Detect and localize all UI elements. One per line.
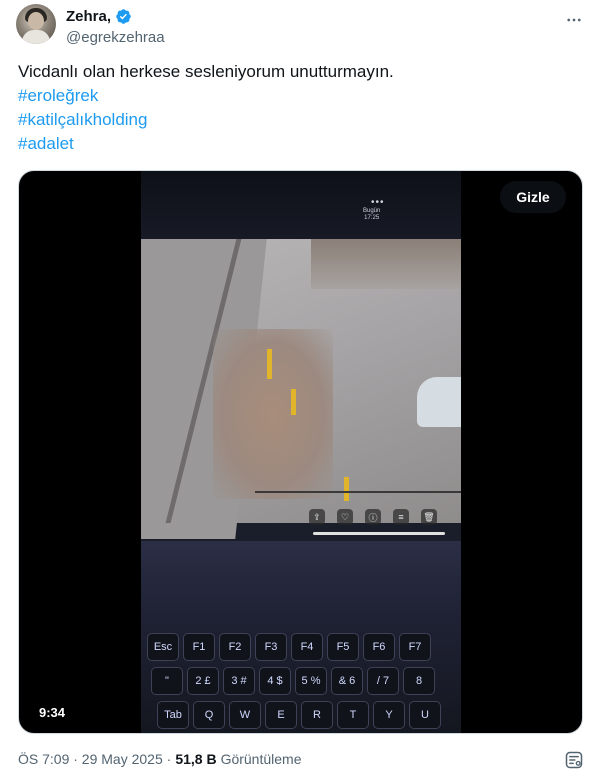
video-player[interactable]: ••• Bugün 17:25 ⇪ ♡ ⓘ ≡ 🗑 Esc F1 F2 F3 F… — [18, 170, 583, 734]
heart-icon: ♡ — [337, 509, 353, 525]
key: F5 — [327, 633, 359, 661]
key: W — [229, 701, 261, 729]
more-dots-svg — [567, 18, 581, 22]
hashtag-adalet[interactable]: #adalet — [18, 132, 578, 156]
keyboard-row-3: Tab Q W E R T Y U — [157, 701, 441, 731]
cctv-dirt-patch — [213, 329, 333, 499]
keyboard-row-1: Esc F1 F2 F3 F4 F5 F6 F7 — [147, 633, 431, 663]
key: 3 # — [223, 667, 255, 695]
video-duration: 9:34 — [39, 704, 66, 720]
tweet-header: Zehra, @egrekzehraa — [16, 4, 586, 48]
grok-svg — [565, 751, 583, 769]
views-label: Görüntüleme — [220, 751, 302, 767]
key: 5 % — [295, 667, 327, 695]
key: Q — [193, 701, 225, 729]
adjust-icon: ≡ — [393, 509, 409, 525]
key: E — [265, 701, 297, 729]
tweet-text: Vicdanlı olan herkese sesleniyorum unutt… — [18, 60, 578, 156]
more-horizontal-icon[interactable] — [564, 10, 584, 30]
key: 2 £ — [187, 667, 219, 695]
share-icon: ⇪ — [309, 509, 325, 525]
grok-icon[interactable] — [564, 750, 584, 770]
key: " — [151, 667, 183, 695]
cctv-wall — [311, 239, 461, 289]
handle[interactable]: @egrekzehraa — [66, 29, 165, 46]
key: F1 — [183, 633, 215, 661]
keyboard-row-2: " 2 £ 3 # 4 $ 5 % & 6 / 7 8 — [151, 667, 435, 697]
trash-icon: 🗑 — [421, 509, 437, 525]
key: F2 — [219, 633, 251, 661]
avatar-face — [28, 12, 44, 30]
phone-date: Bugün 17:25 — [363, 208, 380, 222]
key: U — [409, 701, 441, 729]
info-icon: ⓘ — [365, 509, 381, 525]
phone-home-bar — [313, 532, 445, 535]
key: & 6 — [331, 667, 363, 695]
phone-top-bar: ••• Bugün 17:25 — [141, 171, 461, 239]
key: 8 — [403, 667, 435, 695]
key: Y — [373, 701, 405, 729]
key: Esc — [147, 633, 179, 661]
cctv-scrub-line — [255, 491, 461, 493]
tweet-meta: ÖS 7:09 · 29 May 2025 · 51,8 B Görüntüle… — [18, 751, 302, 767]
hashtag-katilcalikholding[interactable]: #katilçalıkholding — [18, 108, 578, 132]
key: F3 — [255, 633, 287, 661]
verified-badge-icon — [116, 9, 131, 24]
phone-date-bottom: 17:25 — [364, 215, 380, 221]
avatar-body — [22, 30, 50, 44]
phone-menu-dots: ••• — [371, 197, 385, 208]
key: / 7 — [367, 667, 399, 695]
video-frame: ••• Bugün 17:25 ⇪ ♡ ⓘ ≡ 🗑 Esc F1 F2 F3 F… — [141, 171, 461, 733]
hide-button[interactable]: Gizle — [500, 181, 566, 213]
tweet-text-line: Vicdanlı olan herkese sesleniyorum unutt… — [18, 62, 394, 81]
cctv-post — [267, 349, 272, 379]
avatar[interactable] — [16, 4, 56, 44]
name-row: Zehra, — [66, 8, 132, 25]
hashtag-erolegrek[interactable]: #eroleğrek — [18, 84, 578, 108]
laptop-keyboard: Esc F1 F2 F3 F4 F5 F6 F7 " 2 £ 3 # 4 $ 5… — [141, 541, 461, 733]
phone-toolbar: ⇪ ♡ ⓘ ≡ 🗑 — [309, 506, 459, 528]
cctv-footage — [141, 239, 461, 539]
display-name[interactable]: Zehra, — [66, 8, 111, 25]
tweet-timestamp[interactable]: ÖS 7:09 · 29 May 2025 · — [18, 751, 171, 767]
key: Tab — [157, 701, 189, 729]
key: F7 — [399, 633, 431, 661]
phone-date-top: Bugün — [363, 208, 381, 214]
key: R — [301, 701, 333, 729]
views-count: 51,8 B — [175, 751, 217, 767]
key: T — [337, 701, 369, 729]
cctv-post — [291, 389, 296, 415]
key: F4 — [291, 633, 323, 661]
key: 4 $ — [259, 667, 291, 695]
key: F6 — [363, 633, 395, 661]
cctv-car — [417, 377, 461, 427]
cctv-post — [344, 477, 349, 501]
